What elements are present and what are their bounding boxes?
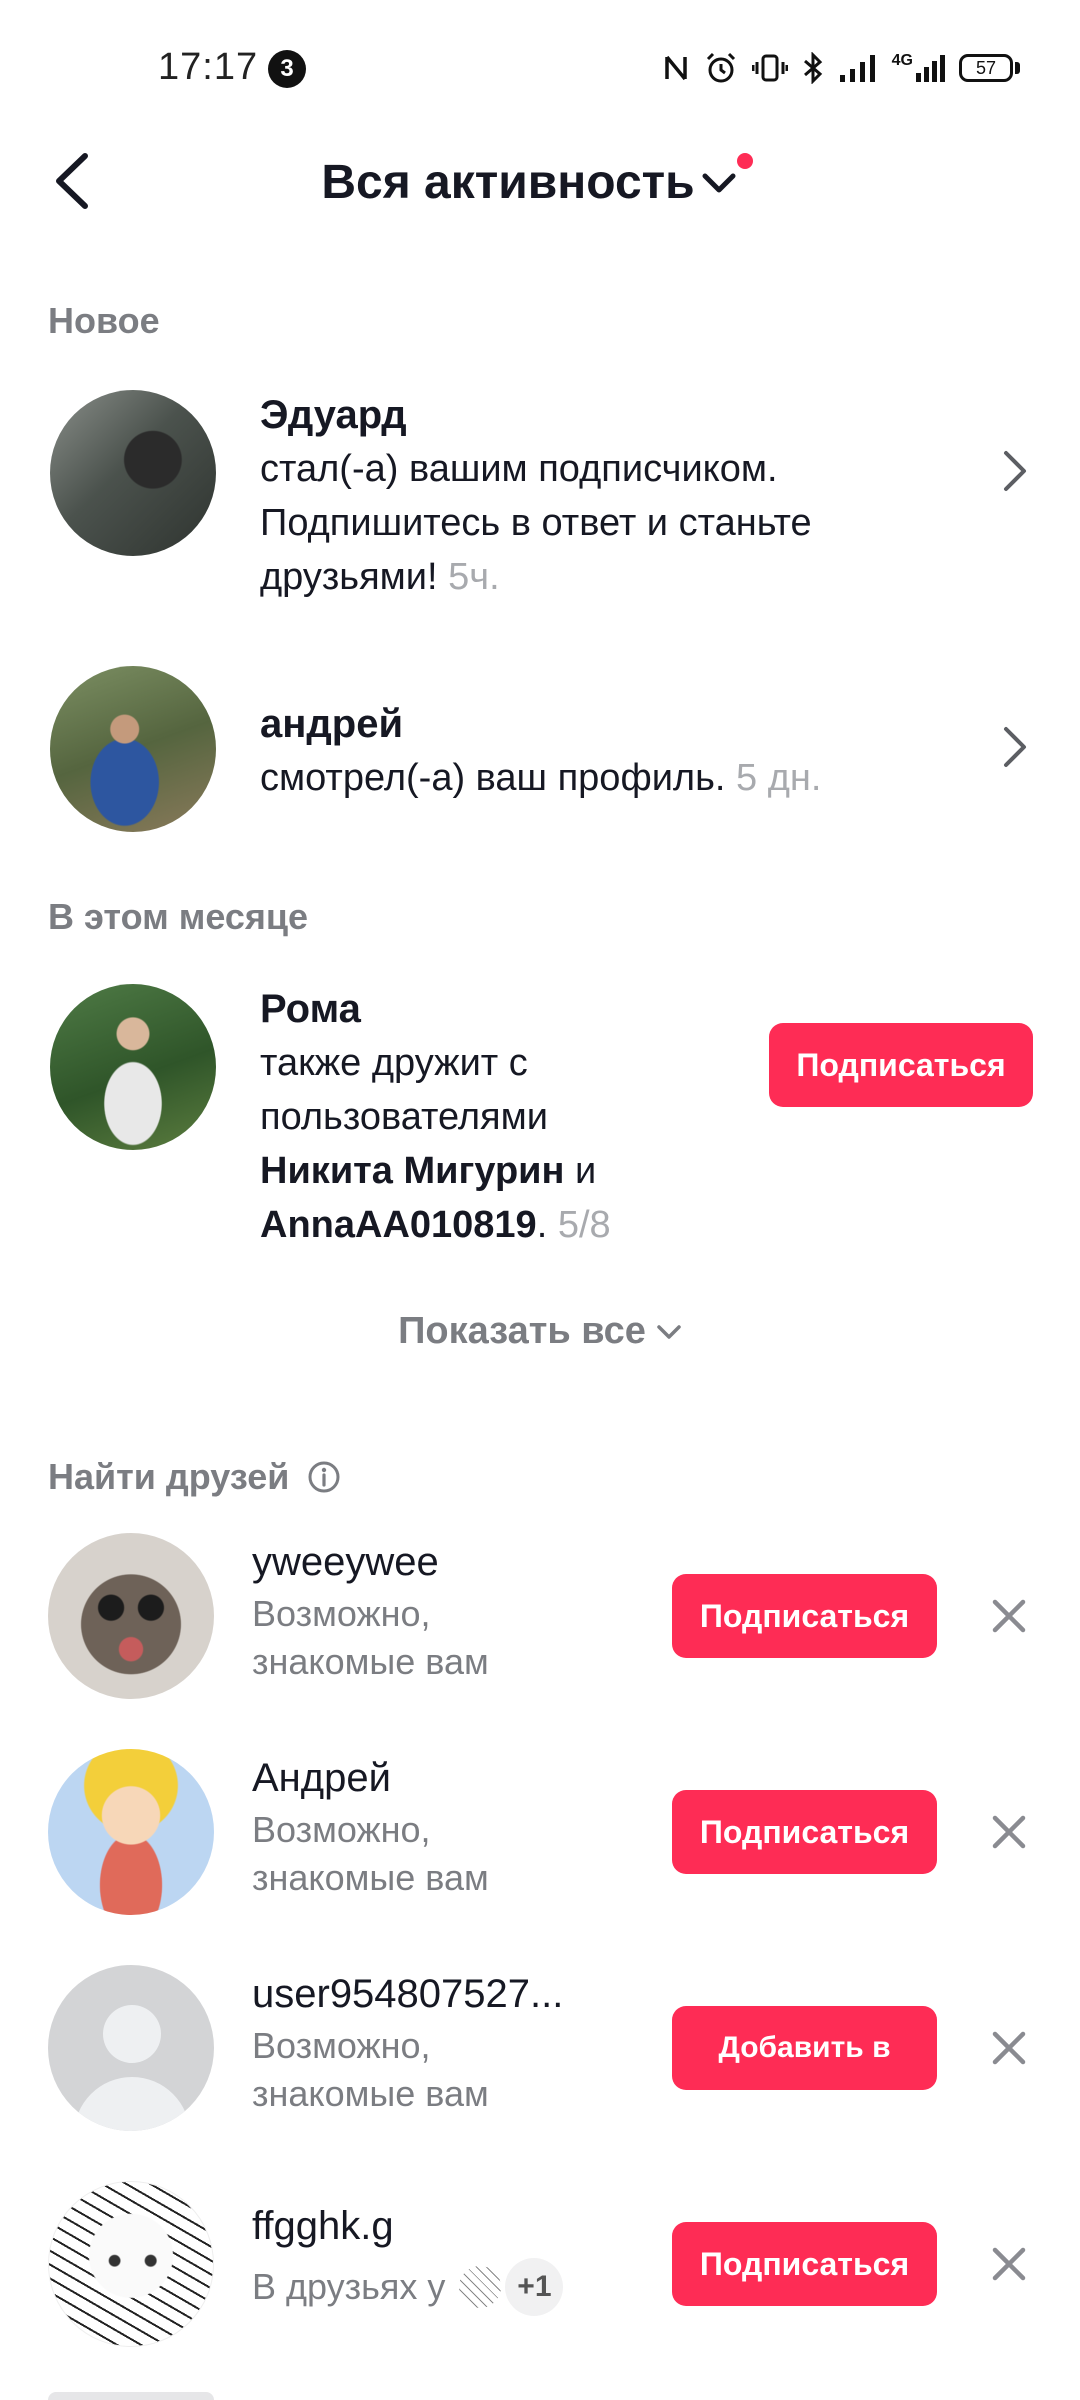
status-icons: 4G 57 xyxy=(662,46,1020,90)
suggestion-item[interactable]: ffgghk.g В друзьях у +1 xyxy=(252,2198,652,2316)
close-icon xyxy=(992,1599,1026,1633)
avatar[interactable] xyxy=(48,1749,214,1915)
avatar[interactable] xyxy=(48,1533,214,1699)
follow-button[interactable]: Подписаться xyxy=(672,1790,937,1874)
close-icon xyxy=(992,2247,1026,2281)
dismiss-button[interactable] xyxy=(986,1593,1032,1639)
suggestion-reason: знакомые вам xyxy=(252,2073,489,2114)
chevron-right-icon xyxy=(1004,451,1026,491)
section-find-friends-heading: Найти друзей xyxy=(48,1456,341,1498)
section-new-heading: Новое xyxy=(48,300,160,341)
bluetooth-icon xyxy=(803,52,822,84)
notification-text: пользователями xyxy=(260,1096,548,1138)
follow-button[interactable]: Подписаться xyxy=(672,2222,937,2306)
suggestion-reason: Возможно, xyxy=(252,2025,431,2066)
avatar[interactable] xyxy=(50,984,216,1150)
user-name: Андрей xyxy=(252,1756,391,1800)
page-title: Вся активность xyxy=(321,156,695,209)
activity-filter-dropdown[interactable]: Вся активность xyxy=(0,152,1080,210)
signal-icon xyxy=(839,55,875,82)
user-name: user954807527... xyxy=(252,1972,564,2016)
section-find-friends-title: Найти друзей xyxy=(48,1456,290,1497)
notification-item[interactable]: андрей смотрел(-а) ваш профиль. 5 дн. xyxy=(260,697,980,805)
default-avatar[interactable] xyxy=(48,1965,214,2131)
suggestion-reason: Возможно, xyxy=(252,1593,431,1634)
mutual-count-badge: +1 xyxy=(505,2258,564,2316)
notification-text: Подпишитесь в ответ и станьте xyxy=(260,502,812,544)
dismiss-button[interactable] xyxy=(986,2025,1032,2071)
close-icon xyxy=(992,1815,1026,1849)
section-this-month-heading: В этом месяце xyxy=(48,896,309,937)
battery-level: 57 xyxy=(959,54,1013,82)
suggestion-reason: В друзьях у xyxy=(252,2266,446,2307)
conjunction: и xyxy=(575,1150,597,1192)
follow-button[interactable]: Подписаться xyxy=(672,1574,937,1658)
suggestion-reason: знакомые вам xyxy=(252,1641,489,1682)
vibrate-icon xyxy=(751,54,788,82)
suggestion-reason: знакомые вам xyxy=(252,1857,489,1898)
open-item-button[interactable] xyxy=(995,446,1035,496)
notification-count-badge: 3 xyxy=(268,50,306,88)
close-icon xyxy=(992,2031,1026,2065)
mutual-friends-row: В друзьях у +1 xyxy=(252,2258,652,2316)
notification-text-row: смотрел(-а) ваш профиль. 5 дн. xyxy=(260,751,980,805)
alarm-icon xyxy=(706,52,735,83)
chevron-down-icon xyxy=(702,173,736,192)
suggestion-item[interactable]: yweeywee Возможно, знакомые вам xyxy=(252,1534,652,1686)
show-all-label: Показать все xyxy=(398,1310,646,1352)
notification-text-row: AnnaAA010819. 5/8 xyxy=(260,1204,611,1246)
avatar[interactable] xyxy=(50,390,216,556)
info-icon[interactable] xyxy=(307,1460,341,1494)
battery-icon: 57 xyxy=(959,54,1020,82)
nfc-icon xyxy=(664,55,687,81)
notification-text: друзьями! xyxy=(260,556,438,598)
user-name: ffgghk.g xyxy=(252,2204,394,2248)
user-name: Эдуард xyxy=(260,393,407,437)
unread-dot xyxy=(736,152,753,169)
show-all-button[interactable]: Показать все xyxy=(0,1310,1080,1353)
open-item-button[interactable] xyxy=(995,722,1035,772)
avatar[interactable] xyxy=(48,2392,214,2400)
avatar[interactable] xyxy=(48,2181,214,2347)
chevron-right-icon xyxy=(1004,727,1026,767)
add-friend-button[interactable]: Добавить в xyxy=(672,2006,937,2090)
avatar[interactable] xyxy=(50,666,216,832)
notification-item[interactable]: Эдуард стал(-а) вашим подписчиком. Подпи… xyxy=(260,388,960,604)
dismiss-button[interactable] xyxy=(986,1809,1032,1855)
chevron-down-icon xyxy=(657,1324,681,1339)
notification-text-row: Никита Мигурин и xyxy=(260,1144,760,1198)
network-type: 4G xyxy=(891,52,913,69)
dismiss-button[interactable] xyxy=(986,2241,1032,2287)
notification-text-row: друзьями! 5ч. xyxy=(260,550,960,604)
follow-button[interactable]: Подписаться xyxy=(769,1023,1033,1107)
user-name: андрей xyxy=(260,702,404,746)
user-name: yweeywee xyxy=(252,1540,439,1584)
mentioned-user[interactable]: Никита Мигурин xyxy=(260,1150,564,1192)
user-name: Рома xyxy=(260,987,361,1031)
status-time: 17:17 xyxy=(158,46,259,88)
suggestion-item[interactable]: Андрей Возможно, знакомые вам xyxy=(252,1750,652,1902)
notification-text: стал(-а) вашим подписчиком. xyxy=(260,448,778,490)
suggestion-item[interactable]: user954807527... Возможно, знакомые вам xyxy=(252,1966,652,2118)
notification-text: смотрел(-а) ваш профиль. xyxy=(260,757,726,799)
notification-item[interactable]: Рома также дружит с пользователями Никит… xyxy=(260,982,760,1252)
timestamp: 5ч. xyxy=(448,556,500,598)
mutual-friend-avatar xyxy=(457,2264,504,2310)
suggestion-reason: Возможно, xyxy=(252,1809,431,1850)
network-4g-icon: 4G xyxy=(892,53,945,83)
timestamp: 5 дн. xyxy=(736,757,822,799)
notification-text: также дружит с xyxy=(260,1042,528,1084)
timestamp: 5/8 xyxy=(557,1204,611,1246)
mentioned-user[interactable]: AnnaAA010819 xyxy=(260,1204,537,1246)
